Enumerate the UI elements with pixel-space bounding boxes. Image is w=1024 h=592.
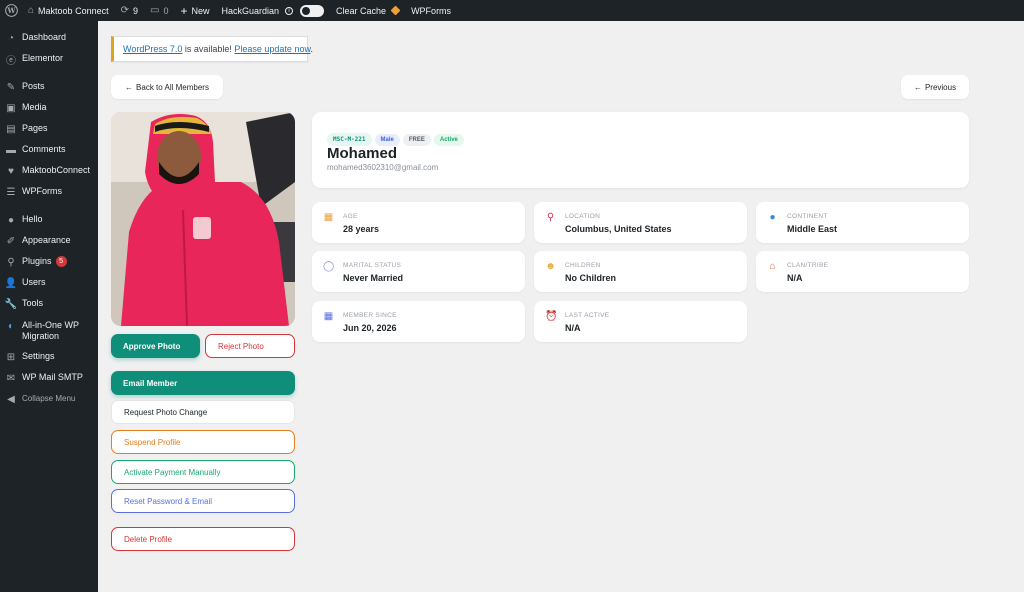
hello-icon: ● [7, 214, 15, 226]
plugins-update-badge: 5 [55, 256, 67, 267]
migration-icon: ◐ [7, 320, 15, 332]
suspend-profile-button[interactable]: Suspend Profile [111, 430, 295, 454]
member-name: Mohamed [327, 145, 398, 162]
plus-icon: + [180, 3, 188, 18]
sidebar-item-comments[interactable]: ▬ Comments [0, 144, 98, 156]
mail-icon: ✉ [6, 372, 16, 384]
sidebar-item-posts[interactable]: ✎ Posts [0, 81, 98, 93]
sidebar-item-users[interactable]: 👤 Users [0, 277, 98, 289]
update-now-link[interactable]: Please update now [234, 44, 310, 54]
hackguardian-link[interactable]: HackGuardian i [216, 0, 331, 21]
cake-icon: ▦ [323, 212, 334, 223]
info-icon: i [285, 6, 294, 15]
reset-password-button[interactable]: Reset Password & Email [111, 489, 295, 513]
plan-tag: FREE [402, 134, 431, 146]
sidebar-item-wp-mail-smtp[interactable]: ✉ WP Mail SMTP [0, 372, 98, 384]
wrench-icon: 🔧 [4, 298, 18, 310]
sidebar-item-all-in-one-wp-migration[interactable]: ◐ All-in-One WP Migration [0, 320, 98, 342]
approve-photo-button[interactable]: Approve Photo [111, 334, 200, 358]
site-name-link[interactable]: ⌂ Maktoob Connect [22, 0, 115, 21]
settings-icon: ⊞ [6, 351, 16, 363]
info-card-location: ⚲ Location Columbus, United States [534, 202, 747, 243]
ring-icon: ◯ [323, 261, 335, 272]
sidebar-item-elementor[interactable]: ⓔ Elementor [0, 53, 98, 67]
users-icon: 👤 [4, 277, 18, 289]
update-notice: WordPress 7.0 is available! Please updat… [111, 36, 313, 62]
sidebar-item-maktoobconnect[interactable]: ♥ MaktoobConnect [0, 165, 98, 177]
pin-icon: ⚲ [546, 212, 555, 223]
heart-icon: ♥ [8, 165, 14, 177]
profile-tags: MSC-M-221 Male FREE Active [327, 128, 467, 146]
plug-icon: ⚲ [7, 256, 15, 268]
sidebar-item-dashboard[interactable]: ◔ Dashboard [0, 32, 98, 44]
request-photo-change-button[interactable]: Request Photo Change [111, 400, 295, 424]
elementor-icon: ⓔ [6, 55, 16, 67]
brush-icon: ✐ [6, 235, 16, 247]
previous-member-button[interactable]: ← Previous [901, 75, 969, 99]
calendar-icon: ▦ [323, 311, 334, 322]
info-card-marital-status: ◯ Marital Status Never Married [312, 251, 525, 292]
profile-header-card: MSC-M-221 Male FREE Active Mohamed mohamed3… [312, 112, 969, 188]
info-card-clan-tribe: ⌂ Clan/Tribe N/A [756, 251, 969, 292]
status-badge: Active [433, 134, 464, 146]
comments-icon: ▬ [6, 144, 16, 156]
sidebar-item-hello[interactable]: ● Hello [0, 214, 98, 226]
comments-link[interactable]: ▭ 0 [144, 0, 174, 21]
admin-sidebar: ◔ Dashboard ⓔ Elementor ✎ Posts ▣ Media … [0, 21, 98, 592]
arrow-left-icon: ← [913, 82, 922, 92]
member-email: mohamed3602310@gmail.com [327, 163, 439, 172]
globe-icon: ● [769, 212, 776, 223]
pages-icon: ▤ [6, 123, 16, 135]
hackguardian-toggle[interactable] [300, 4, 325, 17]
dashboard-icon: ◔ [7, 32, 15, 44]
collapse-icon: ◀ [7, 393, 15, 405]
sidebar-item-settings[interactable]: ⊞ Settings [0, 351, 98, 363]
new-content-link[interactable]: + New [174, 0, 215, 21]
sidebar-item-media[interactable]: ▣ Media [0, 102, 98, 114]
comment-icon: ▭ [150, 5, 160, 16]
info-card-last-active: ⏰ Last Active N/A [534, 301, 747, 342]
info-card-continent: ● Continent Middle East [756, 202, 969, 243]
info-card-children: ☻ Children No Children [534, 251, 747, 292]
clear-cache-link[interactable]: Clear Cache [330, 0, 405, 21]
reject-photo-button[interactable]: Reject Photo [205, 334, 295, 358]
wordpress-version-link[interactable]: WordPress 7.0 [123, 44, 182, 54]
media-icon: ▣ [6, 102, 16, 114]
sidebar-item-wpforms[interactable]: ☰ WPForms [0, 186, 98, 198]
arrow-left-icon: ← [125, 82, 134, 92]
updates-icon: ⟳ [120, 5, 129, 16]
clock-icon: ⏰ [545, 311, 558, 322]
house-icon: ⌂ [769, 261, 776, 272]
wpforms-adminbar-link[interactable]: WPForms [405, 0, 457, 21]
sidebar-item-tools[interactable]: 🔧 Tools [0, 298, 98, 310]
cache-icon [390, 5, 401, 16]
delete-profile-button[interactable]: Delete Profile [111, 527, 295, 551]
sidebar-item-pages[interactable]: ▤ Pages [0, 123, 98, 135]
sidebar-item-plugins[interactable]: ⚲ Plugins 5 [0, 256, 98, 268]
admin-bar: W ⌂ Maktoob Connect ⟳ 9 ▭ 0 + New HackGu… [0, 0, 1024, 21]
pin-icon: ✎ [6, 81, 16, 93]
back-to-members-button[interactable]: ← Back to All Members [111, 75, 223, 99]
svg-text:W: W [6, 6, 16, 15]
info-card-member-since: ▦ Member Since Jun 20, 2026 [312, 301, 525, 342]
updates-link[interactable]: ⟳ 9 [115, 0, 144, 21]
forms-icon: ☰ [6, 186, 16, 198]
home-icon: ⌂ [28, 5, 35, 16]
child-icon: ☻ [545, 261, 556, 272]
activate-payment-button[interactable]: Activate Payment Manually [111, 460, 295, 484]
info-card-age: ▦ Age 28 years [312, 202, 525, 243]
collapse-menu-button[interactable]: ◀ Collapse Menu [0, 393, 98, 405]
email-member-button[interactable]: Email Member [111, 371, 295, 395]
sidebar-item-appearance[interactable]: ✐ Appearance [0, 235, 98, 247]
member-photo [111, 112, 295, 326]
wordpress-logo-icon[interactable]: W [0, 0, 22, 21]
